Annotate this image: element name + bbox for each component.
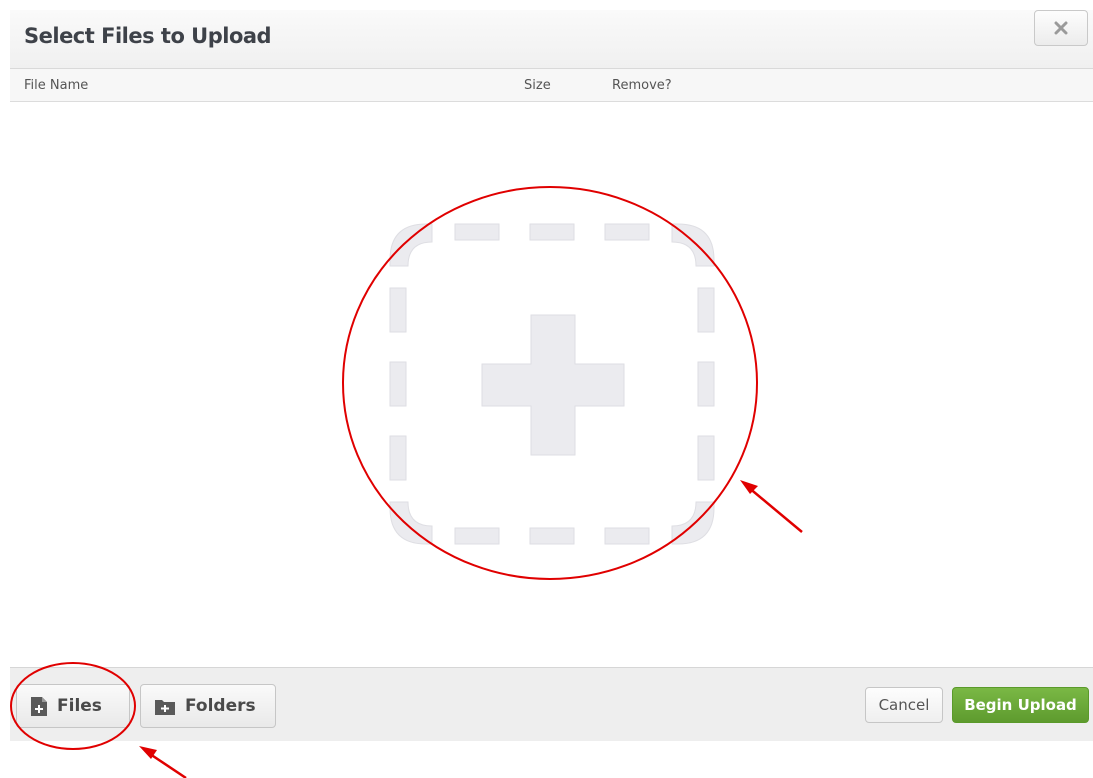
close-button[interactable] — [1034, 10, 1088, 46]
close-icon — [1054, 21, 1068, 35]
add-file-icon — [31, 696, 47, 716]
column-file-name: File Name — [24, 78, 89, 93]
column-remove: Remove? — [612, 78, 672, 93]
add-folders-label: Folders — [185, 696, 256, 716]
begin-upload-button[interactable]: Begin Upload — [952, 687, 1089, 723]
dialog-footer: Files Folders Cancel Begin Upload — [10, 667, 1093, 741]
column-size: Size — [524, 78, 551, 93]
dialog-title: Select Files to Upload — [24, 24, 272, 48]
add-files-label: Files — [57, 696, 102, 716]
drop-zone-arrow — [747, 486, 803, 533]
add-folders-button[interactable]: Folders — [140, 684, 276, 728]
plus-icon — [481, 314, 625, 456]
files-button-arrow-line — [146, 750, 187, 778]
file-table-header: File Name Size Remove? — [10, 69, 1093, 102]
add-folder-icon — [155, 699, 175, 715]
dialog-header: Select Files to Upload — [10, 10, 1093, 69]
drop-zone[interactable] — [388, 222, 716, 546]
cancel-button[interactable]: Cancel — [865, 687, 943, 723]
add-files-button[interactable]: Files — [16, 684, 130, 728]
drop-zone-frame — [389, 223, 715, 545]
